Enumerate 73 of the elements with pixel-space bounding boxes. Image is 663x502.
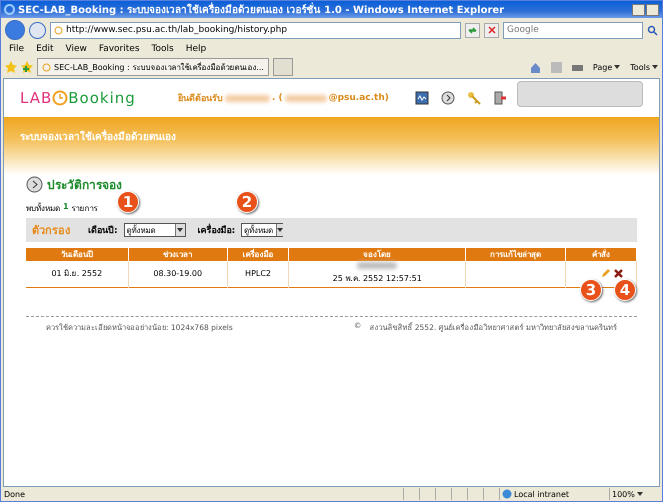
- status-text: Done: [4, 490, 26, 498]
- refresh-icon: [468, 26, 477, 34]
- search-field[interactable]: Google: [503, 22, 643, 38]
- step-number: 3: [580, 279, 602, 301]
- table-cell: 01 มิ.ย. 2552: [26, 261, 128, 287]
- filter-title: ตัวกรอง: [32, 223, 70, 239]
- command-button[interactable]: Tools: [630, 62, 658, 72]
- menu-item[interactable]: Edit: [32, 44, 58, 54]
- maximize-button[interactable]: [646, 4, 659, 16]
- column-header: เครื่องมือ: [227, 248, 289, 261]
- menu-item[interactable]: Favorites: [94, 44, 144, 54]
- home-icon: [530, 62, 541, 72]
- menu-item[interactable]: File: [5, 44, 28, 54]
- key-icon[interactable]: [466, 91, 481, 105]
- dropdown-arrow-icon: [636, 492, 643, 496]
- step-number: 4: [614, 279, 636, 301]
- browser-tab[interactable]: SEC-LAB_Booking : ระบบจองเวลาใช้เครื่องมือด้วยตนเอง...: [37, 58, 269, 76]
- redacted-email: [284, 94, 327, 102]
- dropdown-arrow-icon: [614, 65, 620, 69]
- menu-item[interactable]: Tools: [148, 44, 178, 54]
- browser-logo-icon: [4, 4, 15, 15]
- redacted-name: [357, 262, 398, 270]
- stop-button[interactable]: [484, 22, 499, 38]
- welcome-text: . (: [272, 93, 283, 103]
- search-icon: [647, 24, 658, 36]
- email-domain: @psu.ac.th): [328, 93, 389, 103]
- tab-label: SEC-LAB_Booking : ระบบจองเวลาใช้เครื่องมือด้วยตนเอง...: [54, 61, 264, 74]
- add-favorite-icon: [21, 61, 33, 73]
- column-header: คำสั่ง: [565, 248, 636, 261]
- menu-item[interactable]: View: [62, 44, 91, 54]
- filter-dropdown[interactable]: ดูทั้งหมด: [241, 223, 284, 237]
- redacted-name: [224, 94, 270, 102]
- filter-label: เดือนปี:: [88, 224, 118, 237]
- star-icon: [5, 61, 17, 73]
- dropdown-arrow-icon: [177, 228, 184, 232]
- logout-icon[interactable]: [492, 91, 507, 105]
- banner-text: ระบบจองเวลาใช้เครื่องมือด้วยตนเอง: [20, 132, 176, 143]
- zone-indicator: Local intranet: [499, 488, 609, 500]
- table-cell: 08.30-19.00: [128, 261, 228, 287]
- close-icon: [488, 26, 496, 34]
- count-label: รายการ: [72, 203, 98, 215]
- window-title: SEC-LAB_Booking : ระบบจองเวลาใช้เครื่องมือด้วยตนเอง เวอร์ชั่น 1.0 - Windows Internet Explorer: [18, 2, 504, 17]
- url-text: http://www.sec.psu.ac.th/lab_booking/history.php: [66, 25, 288, 35]
- command-button[interactable]: Page: [592, 62, 620, 72]
- table-cell-text: 25 พ.ค. 2552 12:57:51: [332, 273, 422, 286]
- table-cell: HPLC2: [227, 261, 289, 287]
- minimize-button[interactable]: [632, 4, 645, 16]
- back-button[interactable]: [5, 20, 25, 40]
- step-number: 1: [117, 191, 139, 213]
- welcome-text: ยินดีต้อนรับ: [178, 92, 223, 105]
- address-field[interactable]: http://www.sec.psu.ac.th/lab_booking/history.php: [50, 22, 461, 38]
- delete-icon[interactable]: [614, 269, 623, 278]
- dropdown-arrow-icon: [277, 228, 284, 232]
- refresh-button[interactable]: [465, 22, 480, 38]
- monitor-icon[interactable]: [414, 91, 429, 105]
- count-label: พบทั้งหมด: [26, 202, 60, 215]
- forward-button[interactable]: [29, 22, 46, 38]
- step-number: 2: [236, 191, 258, 213]
- column-header: การแก้ไขล่าสุด: [466, 248, 566, 261]
- zoom-control[interactable]: 100%: [609, 488, 659, 500]
- section-title: ประวัติการจอง: [47, 177, 122, 194]
- logo-text: LAB: [20, 89, 52, 107]
- count-value: 1: [63, 202, 69, 213]
- column-header: จองโดย: [288, 248, 466, 261]
- dropdown-arrow-icon: [652, 65, 658, 69]
- column-header: วันเดือนปี: [26, 248, 128, 261]
- filter-dropdown[interactable]: ดูทั้งหมด: [124, 223, 186, 237]
- edit-icon[interactable]: [601, 269, 610, 278]
- logo-text: Booking: [68, 89, 136, 107]
- menu-item[interactable]: Help: [182, 44, 210, 54]
- filter-label: เครื่องมือ:: [198, 223, 236, 237]
- new-tab-button[interactable]: [272, 58, 293, 76]
- column-header: ช่วงเวลา: [128, 248, 228, 261]
